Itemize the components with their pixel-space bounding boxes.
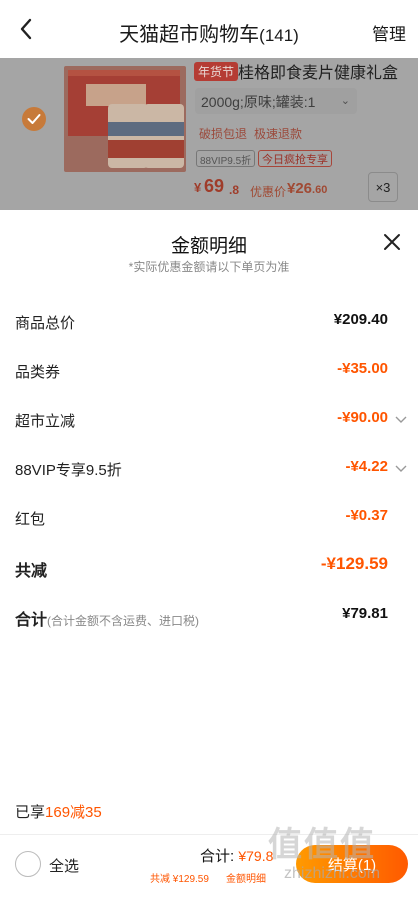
rush-tag: 今日疯抢专享 (258, 150, 332, 167)
row-label: 88VIP专享9.5折 (15, 462, 122, 479)
product-image[interactable] (64, 66, 186, 172)
product-name[interactable]: 桂格即食麦片健康礼盒 (238, 59, 398, 83)
promo-tag-return: 破损包退 (199, 127, 248, 141)
row-value: -¥35.00 (337, 360, 388, 377)
year-festival-tag: 年货节 (194, 62, 239, 81)
row-vip-discount[interactable]: 88VIP专享9.5折 -¥4.22 (0, 453, 418, 483)
row-label: 商品总价 (15, 315, 76, 332)
manage-button[interactable]: 管理 (372, 20, 406, 45)
row-value: ¥79.81 (342, 605, 388, 622)
spec-selector[interactable]: 2000g;原味;罐装:1 ⌄ (195, 88, 357, 114)
chevron-down-icon[interactable] (395, 412, 407, 424)
cart-title: 天猫超市购物车 (119, 24, 260, 46)
total-label: 合计: (200, 848, 239, 865)
amount-detail-sheet: 金额明细 *实际优惠金额请以下单页为准 商品总价 ¥209.40 品类券 -¥3… (0, 210, 418, 899)
watermark: 值值值 zhizhizhi.com (262, 813, 412, 893)
cart-count: (141) (259, 26, 299, 45)
sum-label: 合计 (15, 612, 48, 629)
row-label: 超市立减 (15, 413, 76, 430)
discount-price-label: 优惠价 (250, 185, 287, 199)
enjoyed-promotion: 已享169减35 (15, 801, 102, 822)
row-value: -¥4.22 (345, 458, 388, 475)
promo-tag-refund: 极速退款 (254, 127, 303, 141)
check-icon (27, 114, 41, 124)
price-decimal: .8 (229, 183, 240, 197)
row-value: ¥209.40 (333, 311, 388, 328)
enjoy-value: 169减35 (45, 804, 102, 821)
row-value: -¥0.37 (345, 507, 388, 524)
discount-price-value: ¥26.60 (287, 180, 327, 197)
spec-value: 2000g;原味;罐装:1 (201, 94, 316, 110)
reduced-amount: 共减 ¥129.59 (150, 874, 209, 885)
amount-detail-link[interactable]: 金额明细 (226, 870, 266, 885)
chevron-down-icon[interactable] (395, 461, 407, 473)
enjoy-prefix: 已享 (15, 804, 46, 821)
row-supermarket-discount[interactable]: 超市立减 -¥90.00 (0, 404, 418, 434)
close-icon[interactable] (382, 232, 402, 252)
chevron-down-icon: ⌄ (340, 95, 350, 107)
sheet-title: 金额明细 (170, 236, 247, 257)
item-checkbox[interactable] (22, 107, 46, 131)
watermark-url: zhizhizhi.com (284, 865, 381, 882)
row-label: 红包 (15, 511, 46, 528)
page-title: 天猫超市购物车(141) (0, 18, 418, 47)
row-red-packet: 红包 -¥0.37 (0, 502, 418, 532)
top-navigation-bar: 天猫超市购物车(141) 管理 (0, 0, 418, 58)
discount-price-int: ¥26 (287, 180, 313, 197)
row-label: 品类券 (15, 364, 61, 381)
select-all-checkbox[interactable] (15, 851, 41, 877)
select-all-label[interactable]: 全选 (49, 855, 79, 876)
row-value: -¥90.00 (337, 409, 388, 426)
row-label: 共减 (15, 563, 48, 580)
row-total-reduction: 共减 -¥129.59 (0, 551, 418, 581)
sheet-subtitle: *实际优惠金额请以下单页为准 (128, 260, 290, 274)
row-label: 合计(合计金额不含运费、进口税) (15, 606, 199, 630)
price-currency: ¥ (194, 180, 202, 195)
watermark-logo: 值值值 (268, 826, 376, 864)
row-value: -¥129.59 (320, 554, 388, 573)
vip-discount-tag: 88VIP9.5折 (196, 150, 256, 167)
discount-price-dec: .60 (312, 184, 328, 196)
row-category-coupon: 品类券 -¥35.00 (0, 355, 418, 385)
row-sum: 合计(合计金额不含运费、进口税) ¥79.81 (0, 600, 418, 630)
quantity-button[interactable]: ×3 (368, 172, 398, 202)
sum-note: (合计金额不含运费、进口税) (47, 614, 200, 628)
price-integer: 69 (204, 176, 225, 196)
row-goods-total: 商品总价 ¥209.40 (0, 306, 418, 336)
